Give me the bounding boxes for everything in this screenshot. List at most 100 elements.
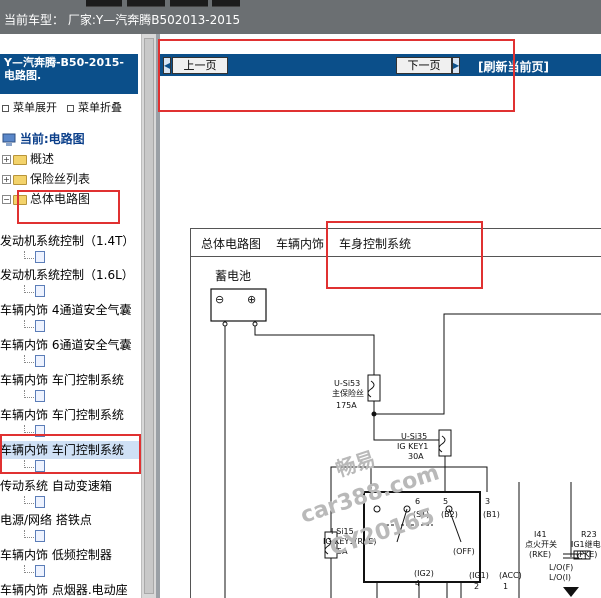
top-bar: 当前车型： 厂家:Y—汽奔腾B502013-2015 (0, 0, 601, 34)
tree-item-airbag-6ch[interactable]: 车辆内饰 6通道安全气囊 (0, 336, 141, 354)
document-icon (35, 565, 45, 577)
battery-minus: ⊖ (215, 293, 225, 306)
main-fuse-code: U-Si53 (334, 379, 361, 388)
next-page-button[interactable]: 下一页 (396, 57, 452, 74)
expand-icon[interactable]: + (2, 155, 11, 164)
top-toolbar-button[interactable] (212, 0, 240, 7)
wire (374, 313, 601, 415)
label-ig2: (IG2) (414, 569, 434, 578)
label-lo-f: L/O(F) (549, 563, 574, 572)
tree-folder-wiring-diagrams[interactable]: − 总体电路图 (2, 190, 90, 208)
tree-item-airbag-4ch[interactable]: 车辆内饰 4通道安全气囊 (0, 301, 141, 319)
sidebar-scrollbar[interactable] (141, 34, 156, 598)
ig-fuse-code: U-Si35 (401, 432, 428, 441)
square-icon (67, 104, 74, 112)
collapse-icon[interactable]: − (2, 195, 11, 204)
document-icon (35, 425, 45, 437)
ground-symbol (563, 587, 579, 597)
switch-sub: (RKE) (529, 550, 552, 559)
refresh-page-link[interactable]: [刷新当前页] (478, 58, 549, 75)
tree-item-label: 车辆内饰 车门控制系统 (0, 443, 124, 457)
document-icon (35, 460, 45, 472)
collapse-all-button[interactable]: 菜单折叠 (67, 99, 122, 115)
label-off: (OFF) (453, 547, 475, 556)
breadcrumb-level-3: 车身控制系统 (339, 237, 412, 251)
page-nav: ◀ 上一页 下一页 ▶ [刷新当前页] (160, 54, 601, 76)
tree-item-label: 车辆内饰 4通道安全气囊 (0, 303, 132, 317)
document-icon (35, 320, 45, 332)
folder-label: 总体电路图 (30, 192, 91, 206)
connector-c1-label: C1 (577, 552, 588, 561)
tree-line (24, 355, 34, 363)
diagram-breadcrumb: 总体电路图 车辆内饰 车身控制系统 (191, 229, 601, 257)
top-toolbar-button[interactable] (86, 0, 122, 7)
label-b1: (B1) (483, 510, 500, 519)
top-toolbar-button[interactable] (170, 0, 208, 7)
ig-fuse-rating: 30A (408, 452, 424, 461)
tree-item-label: 传动系统 自动变速箱 (0, 479, 112, 493)
vehicle-label: 当前车型： (4, 13, 65, 27)
tree-line (24, 496, 34, 504)
battery-plus: ⊕ (247, 293, 257, 306)
next-arrow-icon[interactable]: ▶ (452, 57, 460, 74)
tree-line (24, 390, 34, 398)
tree-item-lf-controller[interactable]: 车辆内饰 低频控制器 (0, 546, 141, 564)
tree-item-label: 发动机系统控制（1.6L） (0, 268, 134, 282)
vehicle-value: 厂家:Y—汽奔腾B502013-2015 (67, 13, 241, 27)
wiring-diagram: 总体电路图 车辆内饰 车身控制系统 蓄电池 ⊖ ⊕ U-Si53 主保险丝 17… (190, 228, 601, 598)
tree-item-ground-points[interactable]: 电源/网络 搭铁点 (0, 511, 141, 529)
tree-item-engine-16l[interactable]: 发动机系统控制（1.6L） (0, 266, 141, 284)
label-ig1: (IG1) (469, 571, 489, 580)
battery-positive-wire (254, 326, 375, 375)
tree-item-door-control-2[interactable]: 车辆内饰 车门控制系统 (0, 406, 141, 424)
tree-current[interactable]: 当前:电路图 (2, 130, 85, 148)
main-fuse-rating: 175A (336, 401, 357, 410)
tree-item-auto-transmission[interactable]: 传动系统 自动变速箱 (0, 477, 141, 495)
document-icon (35, 355, 45, 367)
breadcrumb-level-2: 车辆内饰 (276, 237, 325, 251)
expand-icon[interactable]: + (2, 175, 11, 184)
tree-item-door-control-selected[interactable]: 车辆内饰 车门控制系统 (0, 441, 141, 459)
label-lo-i: L/O(I) (549, 573, 572, 582)
menu-operations: 菜单展开 菜单折叠 (2, 99, 142, 115)
prev-page-button[interactable]: 上一页 (172, 57, 228, 74)
tree-item-label: 车辆内饰 车门控制系统 (0, 408, 124, 422)
tree-item-label: 电源/网络 搭铁点 (0, 513, 92, 527)
sidebar: Y—汽奔腾-B50-2015- 电路图. 菜单展开 菜单折叠 当前:电路图 + 概述… (0, 34, 156, 598)
tree-item-label: 发动机系统控制（1.4T） (0, 234, 135, 248)
switch-code: I41 (534, 530, 547, 539)
battery-terminal (252, 321, 258, 327)
tree-item-cigarette-lighter[interactable]: 车辆内饰 点烟器.电动座 (0, 581, 141, 598)
tree-folder-fuse-list[interactable]: + 保险丝列表 (2, 170, 90, 188)
tree-item-engine-14t[interactable]: 发动机系统控制（1.4T） (0, 232, 141, 250)
tree-folder-overview[interactable]: + 概述 (2, 150, 54, 168)
folder-label: 保险丝列表 (30, 172, 91, 186)
folder-open-icon (13, 194, 27, 205)
prev-arrow-icon[interactable]: ◀ (163, 57, 171, 74)
top-toolbar-button[interactable] (127, 0, 165, 7)
tree-line (24, 425, 34, 433)
switch-name: 点火开关 (525, 540, 557, 549)
document-icon (35, 496, 45, 508)
folder-icon (13, 154, 27, 165)
tree-item-door-control-1[interactable]: 车辆内饰 车门控制系统 (0, 371, 141, 389)
tree-item-label: 车辆内饰 6通道安全气囊 (0, 338, 132, 352)
relay-name: IG1继电( (571, 540, 601, 549)
computer-icon (2, 133, 16, 146)
pin-1: 1 (503, 582, 509, 591)
relay-code: R23 (581, 530, 597, 539)
pin-4: 4 (415, 579, 421, 588)
expand-all-label: 菜单展开 (13, 101, 57, 114)
label-b2: (B2) (441, 510, 458, 519)
scrollbar-thumb[interactable] (144, 38, 154, 594)
manual-title: Y—汽奔腾-B50-2015- 电路图. (0, 54, 138, 94)
battery-label: 蓄电池 (215, 269, 252, 283)
tree-line (24, 320, 34, 328)
document-icon (35, 530, 45, 542)
current-label: 当前:电路图 (19, 132, 85, 146)
breadcrumb-level-1: 总体电路图 (201, 237, 262, 251)
main-fuse (367, 374, 381, 402)
expand-all-button[interactable]: 菜单展开 (2, 99, 57, 115)
pin-6: 6 (415, 497, 421, 506)
vehicle-info: 当前车型： 厂家:Y—汽奔腾B502013-2015 (4, 11, 240, 28)
